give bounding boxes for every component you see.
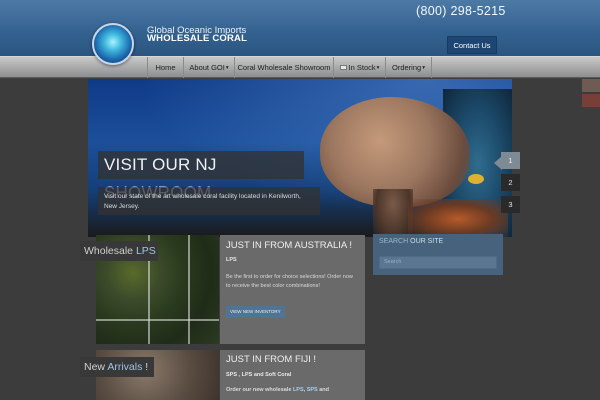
section-panel-australia: JUST IN FROM AUSTRALIA ! LPS Be the firs… [220,235,365,344]
main-nav: Home About GOI▾ Coral Wholesale Showroom… [0,56,600,78]
section-panel-fiji: JUST IN FROM FIJI ! SPS , LPS and Soft C… [220,350,365,400]
lps-link[interactable]: LPS [293,387,304,393]
search-panel: SEARCH OUR SITE Search [373,234,503,275]
section-body-text: Order our new wholesale [226,387,293,393]
chevron-down-icon: ▾ [376,65,380,71]
nav-item-label: Coral Wholesale Showroom [237,63,331,72]
search-title-text: SEARCH [379,238,411,245]
contact-us-button[interactable]: Contact Us [447,36,497,54]
nav-item-home[interactable]: Home [147,57,183,78]
chevron-down-icon: ▾ [422,65,425,71]
coral-image [373,189,413,237]
site-header: (800) 298-5215 Global Oceanic Imports WH… [0,0,600,56]
section-title: JUST IN FROM AUSTRALIA ! [226,240,352,251]
nav-item-label: In Stock [348,63,376,72]
hero-description: Visit our state of the art wholesale cor… [98,187,320,215]
search-input[interactable]: Search [379,256,497,269]
search-title: SEARCH OUR SITE [379,238,443,245]
section-tag-text: Wholesale [84,245,136,257]
section-body: Be the first to order for choice selecti… [226,274,353,289]
frag-rack-line [96,319,219,321]
logo-icon[interactable] [92,23,134,65]
sps-link[interactable]: SPS [307,387,318,393]
section-tag-wholesale-lps: Wholesale LPS [80,241,158,261]
phone-number[interactable]: (800) 298-5215 [416,4,506,18]
flag-icon [339,65,347,70]
slide-button-2[interactable]: 2 [501,174,520,191]
frag-rack-line [188,235,190,344]
view-new-inventory-button[interactable]: VIEW NEW INVENTORY [226,306,285,318]
social-share-icon[interactable] [582,94,600,107]
section-tag-new-arrivals: New Arrivals ! [80,357,154,377]
section-tag-accent: LPS [135,245,156,257]
chevron-down-icon: ▾ [225,65,229,71]
section-title: JUST IN FROM FIJI ! [226,354,317,365]
slide-button-3[interactable]: 3 [501,196,520,213]
section-subtitle: LPS [226,257,237,263]
nav-item-label: Home [155,63,176,72]
section-tag-suffix: ! [142,361,149,373]
nav-item-label: Ordering [392,63,422,72]
nav-item-showroom[interactable]: Coral Wholesale Showroom [234,57,333,78]
search-title-accent: OUR SITE [410,238,444,245]
section-subtitle: SPS , LPS and Soft Coral [226,372,292,378]
section-body-text: and [317,387,330,393]
section-tag-accent: Arrivals [107,361,143,373]
nav-item-label: About GOI [189,63,225,72]
social-share-icon[interactable] [582,79,600,92]
section-tag-text: New [84,361,108,373]
hero-title: VISIT OUR NJ SHOWROOM [98,151,304,202]
logo-tagline[interactable]: WHOLESALE CORAL [147,33,247,44]
slide-button-1[interactable]: 1 [501,152,520,169]
section-body: Order our new wholesale LPS, SPS and [226,386,358,395]
fish-image [468,174,484,184]
nav-item-in-stock[interactable]: In Stock▾ [333,57,385,78]
coral-image [408,199,508,237]
nav-item-ordering[interactable]: Ordering▾ [385,57,432,78]
nav-item-about[interactable]: About GOI▾ [183,57,234,78]
